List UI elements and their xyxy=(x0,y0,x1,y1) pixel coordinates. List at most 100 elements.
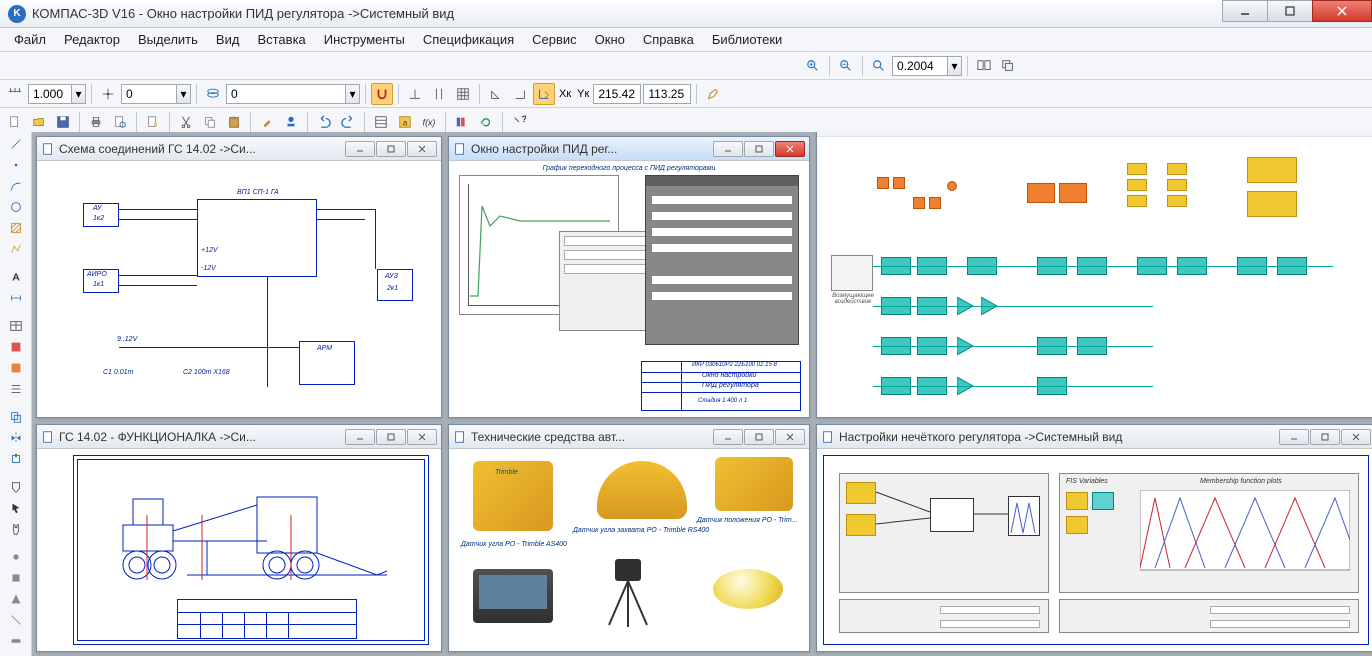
dropdown-arrow-icon[interactable]: ▾ xyxy=(72,84,86,104)
new-icon[interactable] xyxy=(4,111,26,133)
menu-spec[interactable]: Спецификация xyxy=(415,30,522,49)
circle-tool-icon[interactable] xyxy=(6,197,26,217)
minimize-button[interactable] xyxy=(1222,0,1268,22)
angle2-icon[interactable] xyxy=(509,83,531,105)
zoom-value-field[interactable]: ▾ xyxy=(892,56,962,76)
mdi-minimize-button[interactable] xyxy=(345,141,375,157)
dropdown-arrow-icon[interactable]: ▾ xyxy=(948,56,962,76)
close-button[interactable] xyxy=(1312,0,1372,22)
mdi-maximize-button[interactable] xyxy=(376,141,406,157)
magnet-icon[interactable] xyxy=(371,83,393,105)
misc-5-icon[interactable] xyxy=(6,631,26,651)
menu-select[interactable]: Выделить xyxy=(130,30,206,49)
layer-input[interactable] xyxy=(121,84,177,104)
stamp-red-icon[interactable] xyxy=(6,337,26,357)
doc-content[interactable]: ВП1 СП-1 ГА АУ 1к2 АИРО 1к1 АУЗ 2к1 АРМ … xyxy=(37,161,441,417)
cascade-icon[interactable] xyxy=(997,55,1019,77)
doc-props-icon[interactable] xyxy=(142,111,164,133)
menu-tools[interactable]: Инструменты xyxy=(316,30,413,49)
misc-2-icon[interactable] xyxy=(6,568,26,588)
origin-icon[interactable] xyxy=(97,83,119,105)
mdi-titlebar[interactable]: Окно настройки ПИД рег... xyxy=(449,137,809,161)
refresh-icon[interactable] xyxy=(475,111,497,133)
open-icon[interactable] xyxy=(28,111,50,133)
insert-icon[interactable] xyxy=(6,449,26,469)
style-input[interactable] xyxy=(226,84,346,104)
print-icon[interactable] xyxy=(85,111,107,133)
maximize-button[interactable] xyxy=(1267,0,1313,22)
zoom-out-icon[interactable] xyxy=(835,55,857,77)
mdi-titlebar[interactable]: Схема соединений ГС 14.02 ->Си... xyxy=(37,137,441,161)
mdi-maximize-button[interactable] xyxy=(376,429,406,445)
copy-icon[interactable] xyxy=(199,111,221,133)
mdi-close-button[interactable] xyxy=(407,429,437,445)
grid-icon[interactable] xyxy=(452,83,474,105)
brush-icon[interactable] xyxy=(256,111,278,133)
text-tool-icon[interactable]: A xyxy=(6,267,26,287)
dropdown-arrow-icon[interactable]: ▾ xyxy=(346,84,360,104)
mdi-close-button[interactable] xyxy=(775,429,805,445)
hatch-tool-icon[interactable] xyxy=(6,218,26,238)
zoom-in-icon[interactable] xyxy=(802,55,824,77)
dim-tool-icon[interactable] xyxy=(6,288,26,308)
menu-editor[interactable]: Редактор xyxy=(56,30,128,49)
pencil-icon[interactable] xyxy=(702,83,724,105)
stamp-icon[interactable] xyxy=(280,111,302,133)
zoom-window-icon[interactable] xyxy=(868,55,890,77)
scale-field[interactable]: ▾ xyxy=(28,84,86,104)
mdi-minimize-button[interactable] xyxy=(1279,429,1309,445)
help-icon[interactable]: ? xyxy=(508,111,530,133)
mdi-titlebar[interactable]: ГС 14.02 - ФУНКЦИОНАЛКА ->Си... xyxy=(37,425,441,449)
mirror-tool-icon[interactable] xyxy=(6,428,26,448)
angle1-icon[interactable] xyxy=(485,83,507,105)
paste-icon[interactable] xyxy=(223,111,245,133)
print-preview-icon[interactable] xyxy=(109,111,131,133)
fx-icon[interactable]: f(x) xyxy=(418,111,440,133)
doc-content[interactable]: Trimble Датчик угла РО - Trimble AS400 Д… xyxy=(449,449,809,651)
mdi-maximize-button[interactable] xyxy=(744,141,774,157)
misc-1-icon[interactable] xyxy=(6,547,26,567)
undo-icon[interactable] xyxy=(313,111,335,133)
menu-window[interactable]: Окно xyxy=(587,30,633,49)
dropdown-arrow-icon[interactable]: ▾ xyxy=(177,84,191,104)
layer-field[interactable]: ▾ xyxy=(121,84,191,104)
doc-content[interactable]: Возмущающее воздействие xyxy=(817,137,1372,417)
mdi-titlebar[interactable]: Настройки нечёткого регулятора ->Системн… xyxy=(817,425,1372,449)
parallel-icon[interactable] xyxy=(428,83,450,105)
style-field[interactable]: ▾ xyxy=(226,84,360,104)
mdi-close-button[interactable] xyxy=(775,141,805,157)
perpendicular-icon[interactable] xyxy=(404,83,426,105)
var-a-icon[interactable]: a xyxy=(394,111,416,133)
y-coord-input[interactable] xyxy=(643,84,691,104)
menu-file[interactable]: Файл xyxy=(6,30,54,49)
menu-libraries[interactable]: Библиотеки xyxy=(704,30,790,49)
doc-content[interactable]: График переходного процесса с ПИД регуля… xyxy=(449,161,809,417)
mdi-minimize-button[interactable] xyxy=(713,429,743,445)
select-arrow-icon[interactable] xyxy=(6,498,26,518)
redo-icon[interactable] xyxy=(337,111,359,133)
scale-input[interactable] xyxy=(28,84,72,104)
mdi-maximize-button[interactable] xyxy=(1310,429,1340,445)
copy-tool-icon[interactable] xyxy=(6,407,26,427)
doc-content[interactable]: FIS Variables Membership function plots xyxy=(817,449,1372,651)
mdi-minimize-button[interactable] xyxy=(713,141,743,157)
list-icon[interactable] xyxy=(6,379,26,399)
mdi-close-button[interactable] xyxy=(1341,429,1371,445)
contour-tool-icon[interactable] xyxy=(6,239,26,259)
line-tool-icon[interactable] xyxy=(6,134,26,154)
zoom-input[interactable] xyxy=(892,56,948,76)
mdi-minimize-button[interactable] xyxy=(345,429,375,445)
mdi-close-button[interactable] xyxy=(407,141,437,157)
arc-tool-icon[interactable] xyxy=(6,176,26,196)
misc-4-icon[interactable] xyxy=(6,610,26,630)
macro-icon[interactable] xyxy=(6,477,26,497)
menu-view[interactable]: Вид xyxy=(208,30,248,49)
toggle-coord-icon[interactable] xyxy=(533,83,555,105)
window-arrange-icon[interactable] xyxy=(973,55,995,77)
mdi-titlebar[interactable]: Технические средства авт... xyxy=(449,425,809,449)
stamp-orange-icon[interactable] xyxy=(6,358,26,378)
table-icon[interactable] xyxy=(6,316,26,336)
mdi-maximize-button[interactable] xyxy=(744,429,774,445)
spec-icon[interactable] xyxy=(370,111,392,133)
misc-3-icon[interactable] xyxy=(6,589,26,609)
